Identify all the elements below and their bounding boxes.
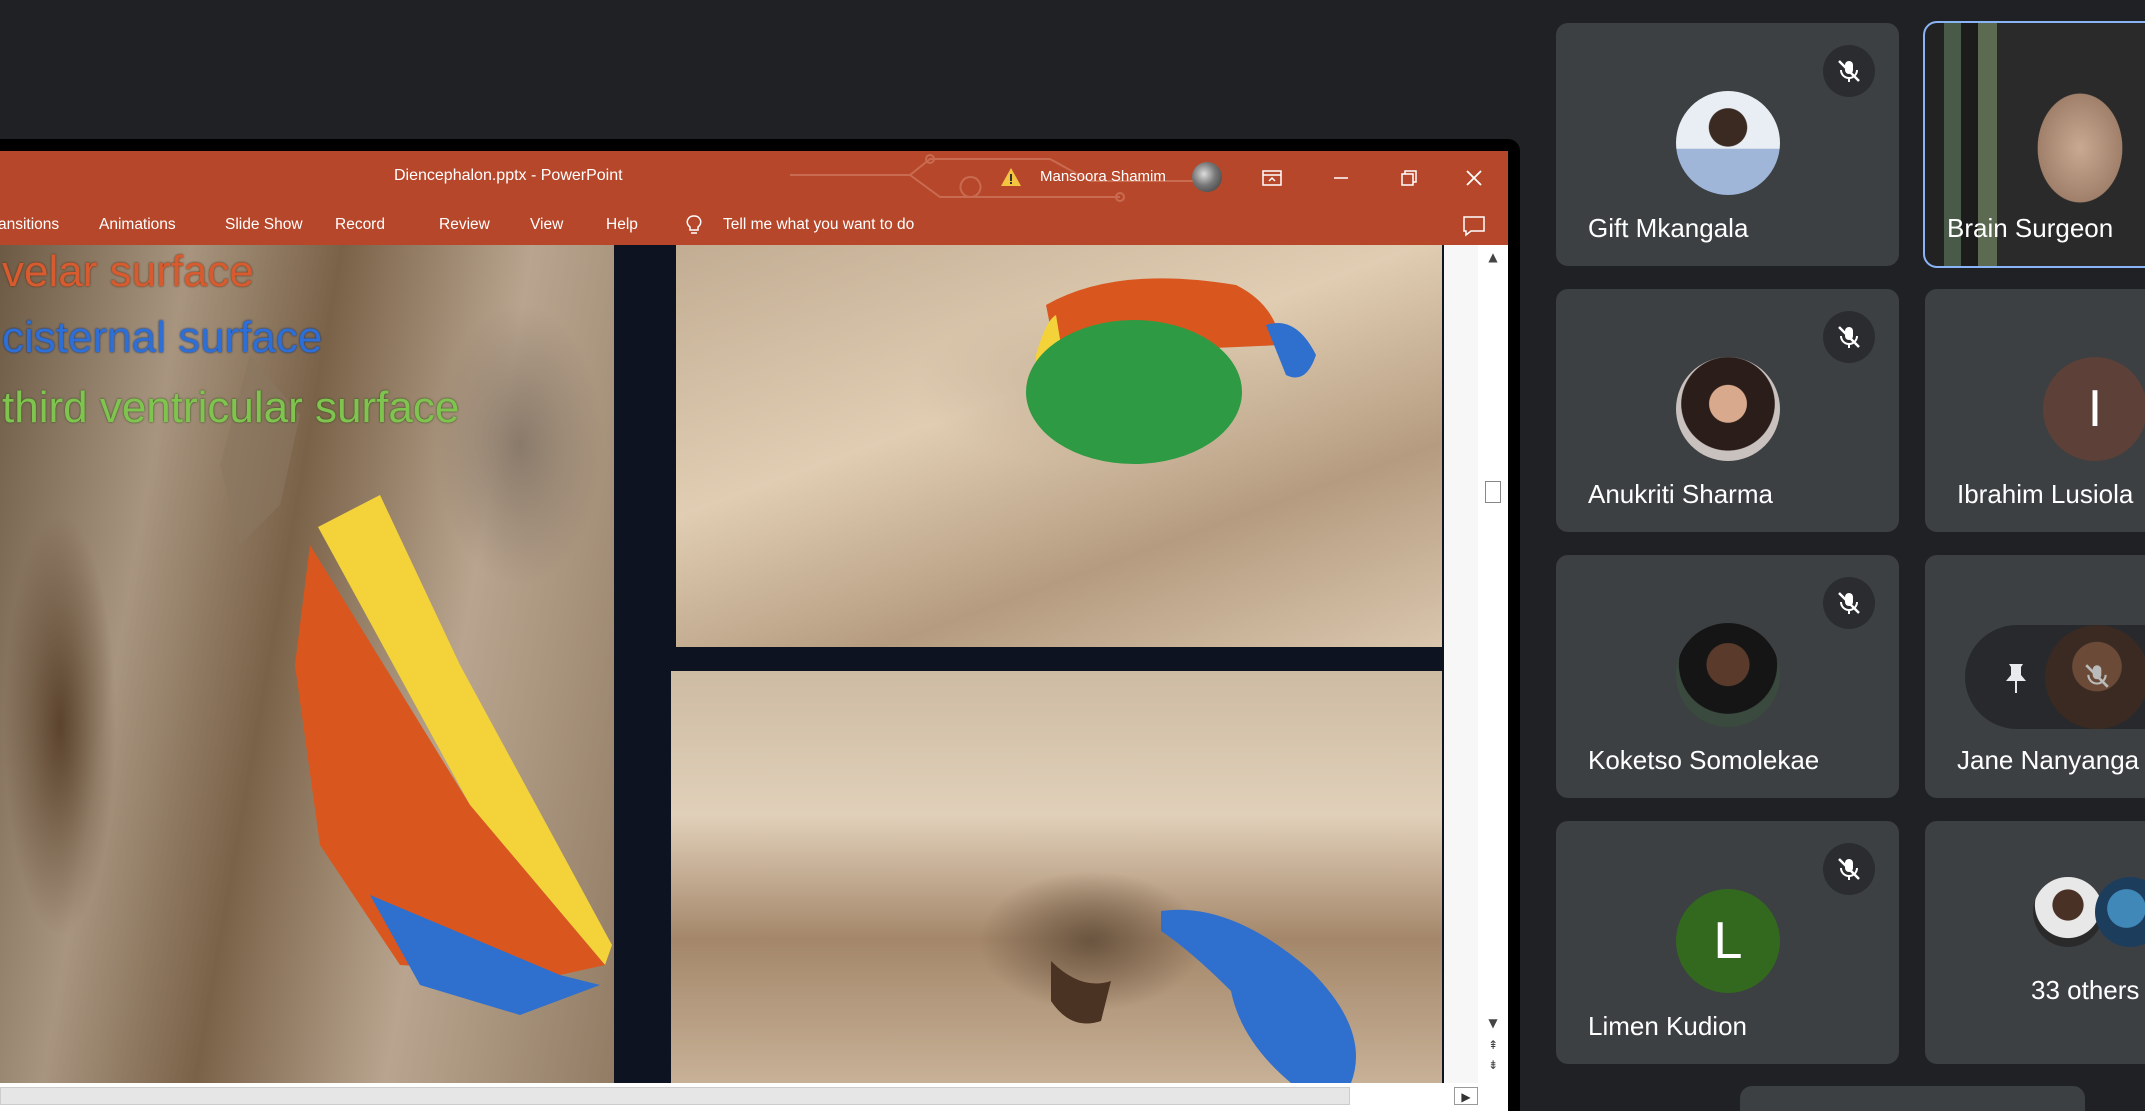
ribbon-tabs: ansitions Animations Slide Show Record R… xyxy=(0,205,1508,245)
horizontal-scrollbar[interactable]: ▶ xyxy=(0,1083,1508,1111)
hover-controls xyxy=(1965,625,2145,729)
tell-me-search[interactable]: Tell me what you want to do xyxy=(723,216,914,234)
minimize-icon[interactable] xyxy=(1324,161,1358,195)
brain-dissection-image-top xyxy=(676,245,1442,647)
tab-record[interactable]: Record xyxy=(335,216,385,234)
vertical-scrollbar[interactable]: ▲ ▼ ⇞ ⇟ xyxy=(1478,245,1508,1083)
tab-help[interactable]: Help xyxy=(606,216,638,234)
ribbon-display-options-icon[interactable] xyxy=(1255,161,1289,195)
scroll-down-icon[interactable]: ▼ xyxy=(1484,1015,1502,1031)
participant-name: Gift Mkangala xyxy=(1588,213,1749,243)
avatar xyxy=(2033,877,2103,947)
pulvinar-overlay xyxy=(1051,909,1356,1083)
mic-off-icon[interactable] xyxy=(2083,661,2111,695)
avatar xyxy=(1676,357,1780,461)
thalamus-overlay xyxy=(1026,278,1316,464)
previous-slide-icon[interactable]: ⇞ xyxy=(1484,1037,1502,1053)
scroll-up-icon[interactable]: ▲ xyxy=(1484,249,1502,265)
scroll-thumb[interactable] xyxy=(1485,481,1501,503)
avatar xyxy=(1676,91,1780,195)
mic-off-icon[interactable] xyxy=(1823,577,1875,629)
tab-view[interactable]: View xyxy=(530,216,563,234)
participant-name: Jane Nanyanga xyxy=(1957,745,2140,775)
next-slide-icon[interactable]: ⇟ xyxy=(1484,1057,1502,1073)
account-name[interactable]: Mansoora Shamim xyxy=(1040,168,1166,185)
participant-name: Koketso Somolekae xyxy=(1588,745,1820,775)
pin-icon[interactable] xyxy=(2001,661,2031,699)
account-avatar[interactable] xyxy=(1192,162,1222,192)
participant-name: Ibrahim Lusiola xyxy=(1957,479,2134,509)
shared-screen: Diencephalon.pptx - PowerPoint Mansoora … xyxy=(0,139,1520,1111)
brain-dissection-image-bottom xyxy=(671,671,1442,1083)
avatar: I xyxy=(2043,357,2145,461)
comments-icon[interactable] xyxy=(1462,215,1486,237)
participant-name: Limen Kudion xyxy=(1588,1011,1747,1041)
mic-off-icon[interactable] xyxy=(1823,311,1875,363)
horizontal-scroll-thumb[interactable] xyxy=(0,1087,1350,1105)
warning-icon[interactable] xyxy=(1000,167,1022,187)
avatar xyxy=(2095,877,2145,947)
tab-transitions[interactable]: ansitions xyxy=(0,216,59,234)
others-count: 33 others xyxy=(2031,975,2140,1005)
participant-tile[interactable]: Jane Nanyanga xyxy=(1925,555,2145,798)
participant-name: Anukriti Sharma xyxy=(1588,479,1773,509)
mic-off-icon[interactable] xyxy=(1823,843,1875,895)
tab-slide-show[interactable]: Slide Show xyxy=(225,216,303,234)
ppt-titlebar: Diencephalon.pptx - PowerPoint Mansoora … xyxy=(0,151,1508,205)
lightbulb-icon xyxy=(686,215,702,234)
tab-animations[interactable]: Animations xyxy=(99,216,176,234)
window-title: Diencephalon.pptx - PowerPoint xyxy=(394,167,623,184)
participant-name: Brain Surgeon xyxy=(1947,213,2114,243)
participant-tile-speaking[interactable]: Brain Surgeon xyxy=(1923,21,2145,268)
label-cisternal-surface: cisternal surface xyxy=(2,313,323,362)
bottom-control-peek[interactable] xyxy=(1740,1086,2085,1111)
restore-icon[interactable] xyxy=(1392,161,1426,195)
brain-dissection-image-left: velar surface cisternal surface third ve… xyxy=(0,245,614,1083)
participant-tile[interactable]: Gift Mkangala xyxy=(1556,23,1899,266)
label-third-ventricular-surface: third ventricular surface xyxy=(2,383,460,432)
mic-off-icon[interactable] xyxy=(1823,45,1875,97)
scroll-right-icon[interactable]: ▶ xyxy=(1454,1087,1478,1105)
label-velar-surface: velar surface xyxy=(2,247,254,296)
colored-surfaces-overlay xyxy=(220,355,612,1015)
avatar: L xyxy=(1676,889,1780,993)
others-tile[interactable]: 33 others xyxy=(1925,821,2145,1064)
avatar xyxy=(1676,623,1780,727)
slide-canvas: velar surface cisternal surface third ve… xyxy=(0,245,1444,1083)
participant-tile[interactable]: L Limen Kudion xyxy=(1556,821,1899,1064)
tab-review[interactable]: Review xyxy=(439,216,490,234)
slide-side-gap xyxy=(1444,245,1478,1083)
participant-tile[interactable]: Koketso Somolekae xyxy=(1556,555,1899,798)
participant-tile[interactable]: I Ibrahim Lusiola xyxy=(1925,289,2145,532)
close-icon[interactable] xyxy=(1457,161,1491,195)
participant-tile[interactable]: Anukriti Sharma xyxy=(1556,289,1899,532)
